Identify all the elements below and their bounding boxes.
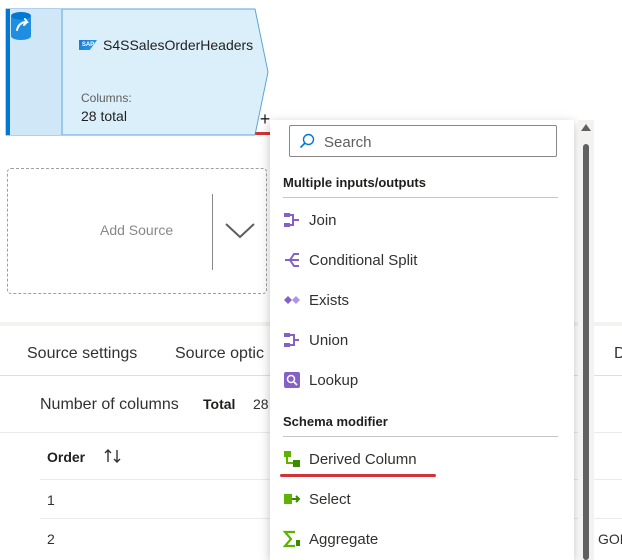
derived-column-icon <box>284 451 300 467</box>
lookup-icon <box>284 372 300 388</box>
join-icon <box>284 213 299 227</box>
menu-item-union[interactable]: Union <box>283 326 563 354</box>
scroll-up-arrow-icon[interactable] <box>581 124 591 131</box>
search-icon <box>299 133 315 149</box>
menu-item-derived-column[interactable]: Derived Column <box>283 445 563 473</box>
tab-clipped[interactable]: D <box>614 345 622 363</box>
sap-logo-icon: SAP <box>79 40 97 50</box>
select-icon <box>284 494 301 504</box>
add-source-box[interactable]: Add Source <box>7 168 267 294</box>
search-input[interactable] <box>322 127 554 157</box>
menu-item-conditional-split[interactable]: Conditional Split <box>283 246 563 274</box>
menu-item-label: Join <box>309 211 337 229</box>
column-header-order[interactable]: Order <box>47 449 85 465</box>
number-of-columns-label: Number of columns <box>40 396 179 413</box>
database-source-icon <box>11 12 31 40</box>
menu-section-header: Multiple inputs/outputs <box>283 175 426 190</box>
menu-item-label: Lookup <box>309 371 359 389</box>
menu-section-divider <box>283 197 558 198</box>
source-node-shape <box>5 8 269 136</box>
menu-item-lookup[interactable]: Lookup <box>283 366 563 394</box>
union-icon <box>284 333 299 347</box>
menu-item-label: Aggregate <box>309 530 379 548</box>
sort-icon[interactable] <box>103 447 123 465</box>
menu-section-header: Schema modifier <box>283 414 388 429</box>
exists-icon <box>284 296 300 304</box>
menu-section-divider <box>283 436 558 437</box>
node-columns-count: 28 total <box>81 108 127 124</box>
menu-item-label: Union <box>309 331 349 349</box>
conditional-split-icon <box>285 253 299 267</box>
table-row-order: 1 <box>47 492 55 508</box>
node-title: S4SSalesOrderHeaders <box>103 37 254 53</box>
menu-item-label: Derived Column <box>309 450 417 468</box>
node-columns-label: Columns: <box>81 91 132 105</box>
menu-item-select[interactable]: Select <box>283 485 563 513</box>
tab-source-options[interactable]: Source optic <box>175 345 264 363</box>
columns-total-value: 28 <box>253 396 269 412</box>
aggregate-icon <box>283 530 300 548</box>
node-title-row: SAP S4SSalesOrderHeaders <box>79 37 253 53</box>
source-node[interactable]: SAP S4SSalesOrderHeaders Columns: 28 tot… <box>5 8 271 136</box>
scrollbar-thumb[interactable] <box>583 144 589 560</box>
menu-item-join[interactable]: Join <box>283 206 563 234</box>
menu-item-label: Exists <box>309 291 350 309</box>
derived-column-highlight-underline <box>280 474 436 477</box>
add-transformation-menu: Multiple inputs/outputs Join Conditional… <box>270 120 574 560</box>
table-cell-clipped: GOR <box>598 531 622 547</box>
menu-item-aggregate[interactable]: Aggregate <box>283 525 563 553</box>
table-row-order: 2 <box>47 531 55 547</box>
columns-total-label: Total <box>203 396 236 412</box>
menu-item-exists[interactable]: Exists <box>283 286 563 314</box>
menu-item-label: Select <box>309 490 351 508</box>
menu-search-box[interactable] <box>289 125 557 157</box>
menu-item-label: Conditional Split <box>309 251 418 269</box>
add-source-divider <box>212 194 213 270</box>
menu-scrollbar[interactable] <box>578 120 594 560</box>
add-source-label: Add Source <box>100 222 174 238</box>
tab-source-settings[interactable]: Source settings <box>27 345 137 363</box>
chevron-down-icon[interactable] <box>223 217 257 243</box>
